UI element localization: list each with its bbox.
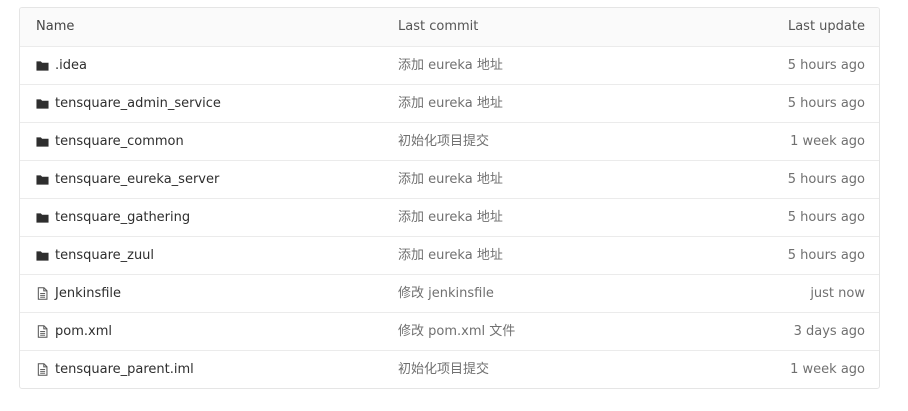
commit-message-link[interactable]: 初始化项目提交 [398,362,489,377]
table-row-tensquare-parent-iml[interactable]: tensquare_parent.iml 初始化项目提交 1 week ago [20,350,879,388]
table-row-idea[interactable]: .idea 添加 eureka 地址 5 hours ago [20,46,879,84]
name-cell: Jenkinsfile [36,275,121,312]
table-row-tensquare-zuul[interactable]: tensquare_zuul 添加 eureka 地址 5 hours ago [20,236,879,274]
commit-message-link[interactable]: 添加 eureka 地址 [398,172,503,187]
table-header-row: Name Last commit Last update [20,8,879,46]
folder-icon [36,173,49,186]
column-header-name: Name [36,19,75,34]
last-commit-cell: 初始化项目提交 [398,351,489,388]
last-update-cell: 5 hours ago [787,172,865,187]
name-cell: tensquare_eureka_server [36,161,219,198]
file-name-link[interactable]: Jenkinsfile [55,275,121,312]
file-icon [36,325,49,338]
last-update-cell: 5 hours ago [787,96,865,111]
file-name-link[interactable]: tensquare_parent.iml [55,351,194,388]
name-cell: tensquare_zuul [36,237,154,274]
commit-message-link[interactable]: 添加 eureka 地址 [398,96,503,111]
last-commit-cell: 添加 eureka 地址 [398,237,503,274]
name-cell: tensquare_common [36,123,184,160]
file-name-link[interactable]: .idea [55,47,87,84]
last-update-cell: 5 hours ago [787,248,865,263]
repository-file-table: Name Last commit Last update .idea 添加 eu… [19,7,880,389]
folder-icon [36,211,49,224]
file-icon [36,363,49,376]
last-update-cell: 1 week ago [790,134,865,149]
commit-message-link[interactable]: 初始化项目提交 [398,134,489,149]
last-update-cell: just now [810,286,865,301]
last-commit-cell: 初始化项目提交 [398,123,489,160]
last-commit-cell: 添加 eureka 地址 [398,85,503,122]
folder-icon [36,249,49,262]
last-commit-cell: 添加 eureka 地址 [398,161,503,198]
file-name-link[interactable]: tensquare_eureka_server [55,161,219,198]
table-row-tensquare-admin-service[interactable]: tensquare_admin_service 添加 eureka 地址 5 h… [20,84,879,122]
file-name-link[interactable]: tensquare_common [55,123,184,160]
file-name-link[interactable]: tensquare_gathering [55,199,190,236]
name-cell: tensquare_gathering [36,199,190,236]
table-body: .idea 添加 eureka 地址 5 hours ago tensquare… [20,46,879,388]
folder-icon [36,59,49,72]
commit-message-link[interactable]: 添加 eureka 地址 [398,58,503,73]
file-name-link[interactable]: pom.xml [55,313,112,350]
last-update-cell: 3 days ago [793,324,865,339]
folder-icon [36,135,49,148]
column-header-last-commit: Last commit [398,19,479,34]
commit-message-link[interactable]: 添加 eureka 地址 [398,248,503,263]
last-commit-cell: 添加 eureka 地址 [398,199,503,236]
name-cell: tensquare_parent.iml [36,351,194,388]
commit-message-link[interactable]: 修改 jenkinsfile [398,286,494,301]
column-header-last-update: Last update [787,19,865,34]
file-icon [36,287,49,300]
table-row-tensquare-common[interactable]: tensquare_common 初始化项目提交 1 week ago [20,122,879,160]
name-cell: pom.xml [36,313,112,350]
commit-message-link[interactable]: 修改 pom.xml 文件 [398,324,515,339]
last-update-cell: 5 hours ago [787,210,865,225]
name-cell: tensquare_admin_service [36,85,221,122]
table-row-pom-xml[interactable]: pom.xml 修改 pom.xml 文件 3 days ago [20,312,879,350]
file-name-link[interactable]: tensquare_zuul [55,237,154,274]
last-update-cell: 5 hours ago [787,58,865,73]
last-commit-cell: 修改 jenkinsfile [398,275,494,312]
name-cell: .idea [36,47,87,84]
table-row-tensquare-eureka-server[interactable]: tensquare_eureka_server 添加 eureka 地址 5 h… [20,160,879,198]
folder-icon [36,97,49,110]
table-row-jenkinsfile[interactable]: Jenkinsfile 修改 jenkinsfile just now [20,274,879,312]
file-name-link[interactable]: tensquare_admin_service [55,85,221,122]
last-commit-cell: 添加 eureka 地址 [398,47,503,84]
last-update-cell: 1 week ago [790,362,865,377]
commit-message-link[interactable]: 添加 eureka 地址 [398,210,503,225]
table-row-tensquare-gathering[interactable]: tensquare_gathering 添加 eureka 地址 5 hours… [20,198,879,236]
last-commit-cell: 修改 pom.xml 文件 [398,313,515,350]
